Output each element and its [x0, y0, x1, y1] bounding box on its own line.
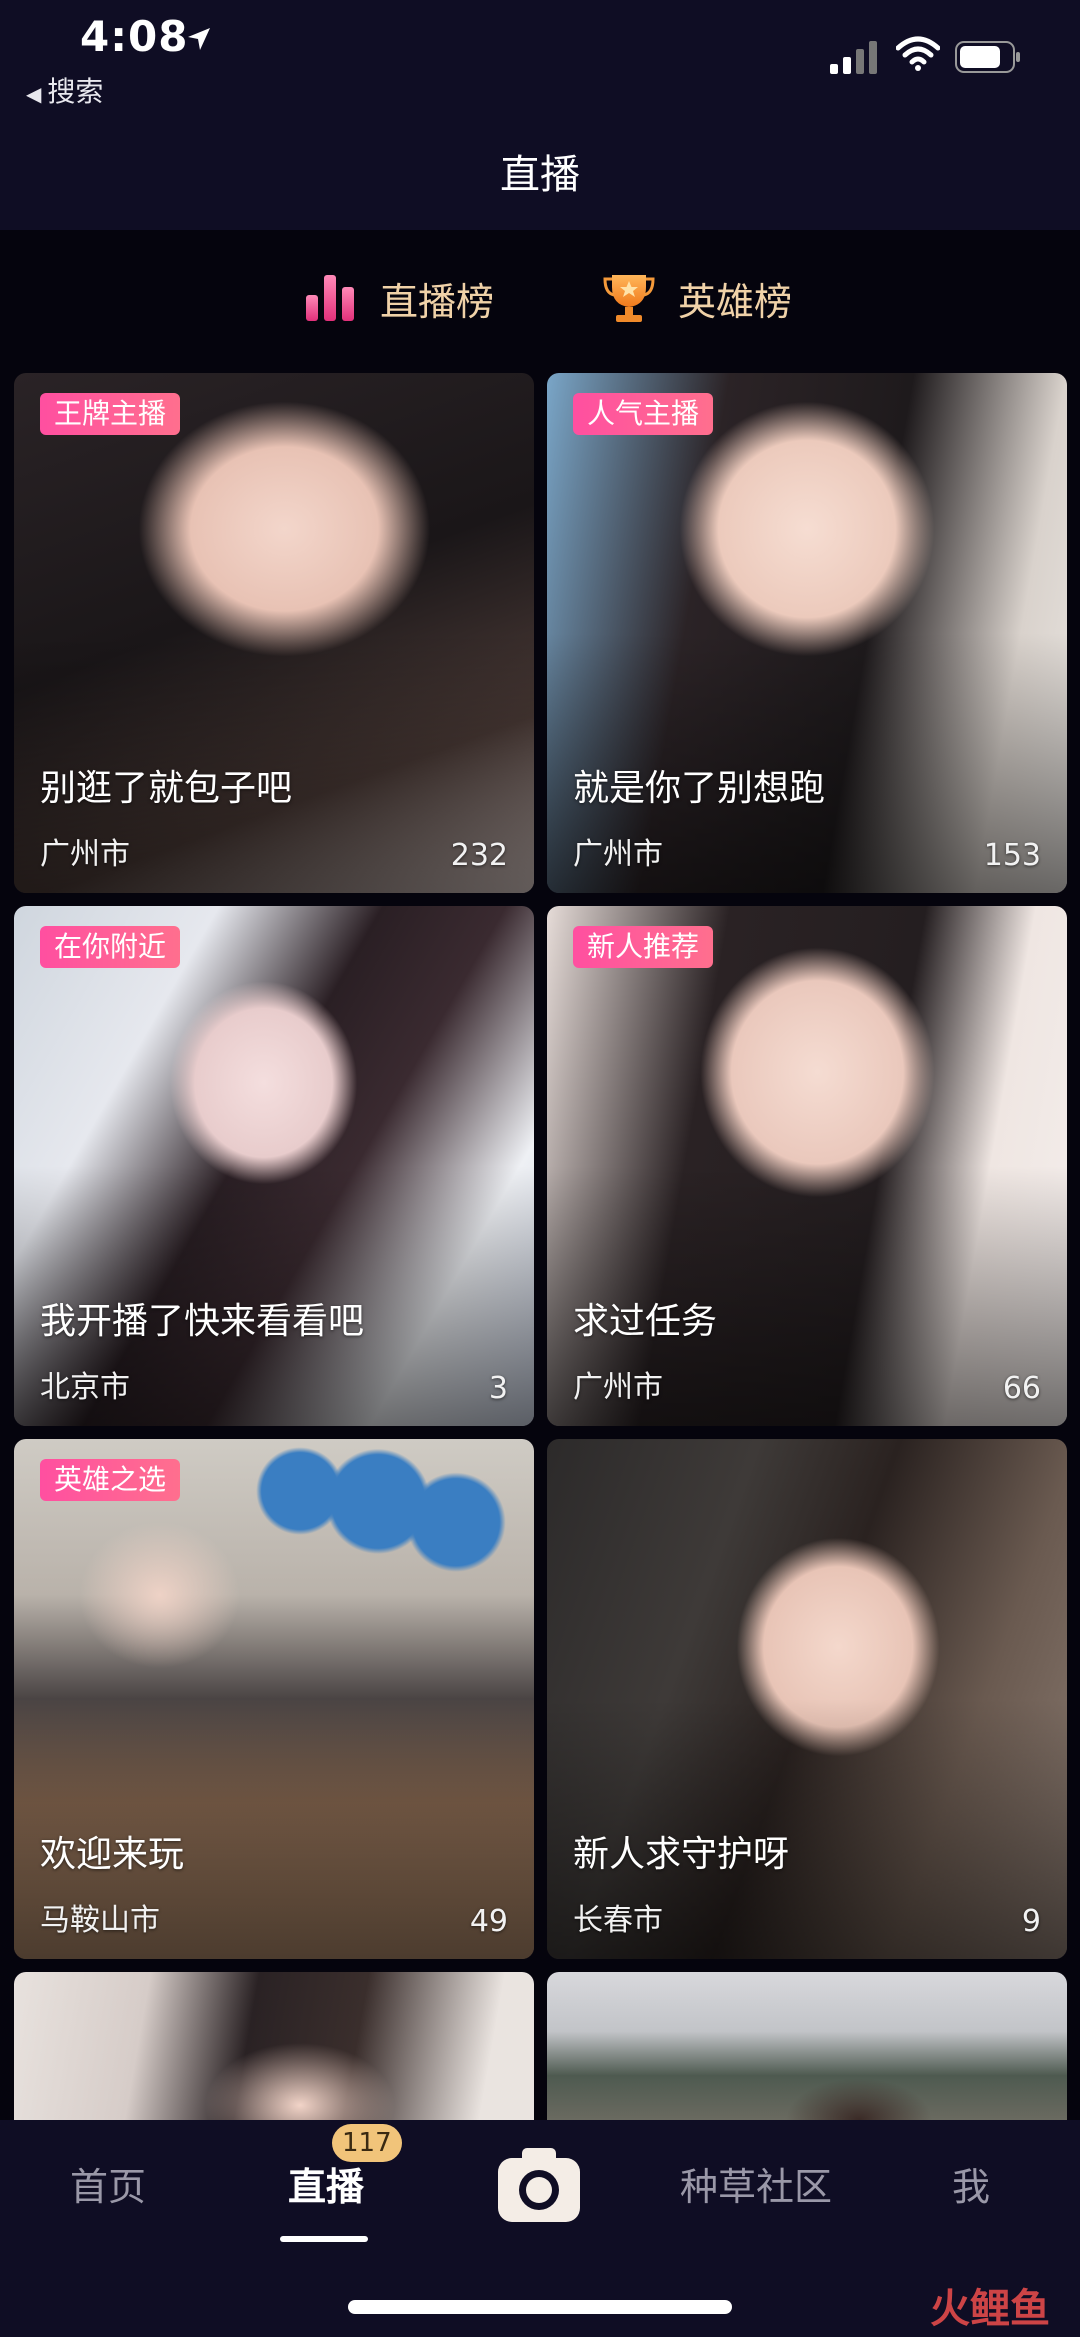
watermark-logo: 火鲤鱼	[930, 2286, 1050, 2332]
back-to-search[interactable]: ◀ 搜索	[26, 70, 103, 110]
live-count-badge: 117	[332, 2124, 402, 2162]
stream-thumbnail	[14, 1972, 534, 2120]
battery-icon	[955, 41, 1020, 73]
rank-tabs	[0, 230, 1080, 370]
nav-grass-community[interactable]: 种草社区	[680, 2156, 832, 2211]
status-time: 4:08	[80, 12, 189, 61]
card-tag: 英雄之选	[40, 1459, 181, 1501]
card-tag: 人气主播	[573, 393, 714, 435]
stream-card[interactable]	[547, 1972, 1067, 2120]
active-tab-indicator	[280, 2236, 368, 2242]
location-arrow-icon	[188, 28, 210, 50]
nav-live[interactable]: 直播	[288, 2156, 364, 2211]
home-indicator	[348, 2300, 732, 2314]
page-title: 直播	[500, 152, 580, 198]
card-city: 广州市	[573, 1370, 663, 1405]
stream-card[interactable]: 在你附近 我开播了快来看看吧 北京市 3	[14, 906, 534, 1426]
wifi-icon	[896, 36, 940, 71]
viewer-count: 49	[469, 1904, 508, 1939]
viewer-count: 9	[1021, 1904, 1041, 1939]
stream-card[interactable]: 王牌主播 别逛了就包子吧 广州市 232	[14, 373, 534, 893]
nav-me[interactable]: 我	[952, 2156, 990, 2211]
hero-ranking-label: 英雄榜	[678, 279, 793, 324]
nav-home[interactable]: 首页	[70, 2156, 146, 2211]
card-city: 北京市	[40, 1370, 130, 1405]
card-caption: 我开播了快来看看吧	[40, 1301, 365, 1342]
back-label: 搜索	[47, 75, 104, 108]
trophy-icon	[603, 275, 655, 322]
card-tag: 王牌主播	[40, 393, 181, 435]
stream-thumbnail	[547, 1972, 1067, 2120]
card-caption: 别逛了就包子吧	[40, 768, 293, 809]
bar-chart-icon	[306, 275, 354, 321]
card-city: 广州市	[40, 837, 130, 872]
card-caption: 欢迎来玩	[40, 1834, 185, 1875]
card-caption: 新人求守护呀	[573, 1834, 790, 1875]
signal-icon	[830, 41, 877, 74]
card-tag: 在你附近	[40, 926, 181, 968]
hero-ranking-tab[interactable]: 英雄榜	[602, 268, 792, 328]
back-triangle-icon: ◀	[26, 82, 42, 106]
stream-card[interactable]: 新人求守护呀 长春市 9	[547, 1439, 1067, 1959]
card-tag: 新人推荐	[573, 926, 714, 968]
stream-card[interactable]	[14, 1972, 534, 2120]
card-city: 马鞍山市	[40, 1903, 160, 1938]
camera-icon[interactable]	[496, 2144, 582, 2224]
viewer-count: 232	[450, 838, 508, 873]
card-city: 广州市	[573, 837, 663, 872]
viewer-count: 153	[983, 838, 1041, 873]
card-caption: 就是你了别想跑	[573, 768, 826, 809]
viewer-count: 66	[1002, 1371, 1041, 1406]
live-ranking-label: 直播榜	[380, 279, 495, 324]
card-city: 长春市	[573, 1903, 663, 1938]
viewer-count: 3	[488, 1371, 508, 1406]
stream-card[interactable]: 人气主播 就是你了别想跑 广州市 153	[547, 373, 1067, 893]
live-ranking-tab[interactable]: 直播榜	[304, 268, 494, 328]
stream-card[interactable]: 新人推荐 求过任务 广州市 66	[547, 906, 1067, 1426]
stream-card[interactable]: 英雄之选 欢迎来玩 马鞍山市 49	[14, 1439, 534, 1959]
card-caption: 求过任务	[573, 1301, 718, 1342]
